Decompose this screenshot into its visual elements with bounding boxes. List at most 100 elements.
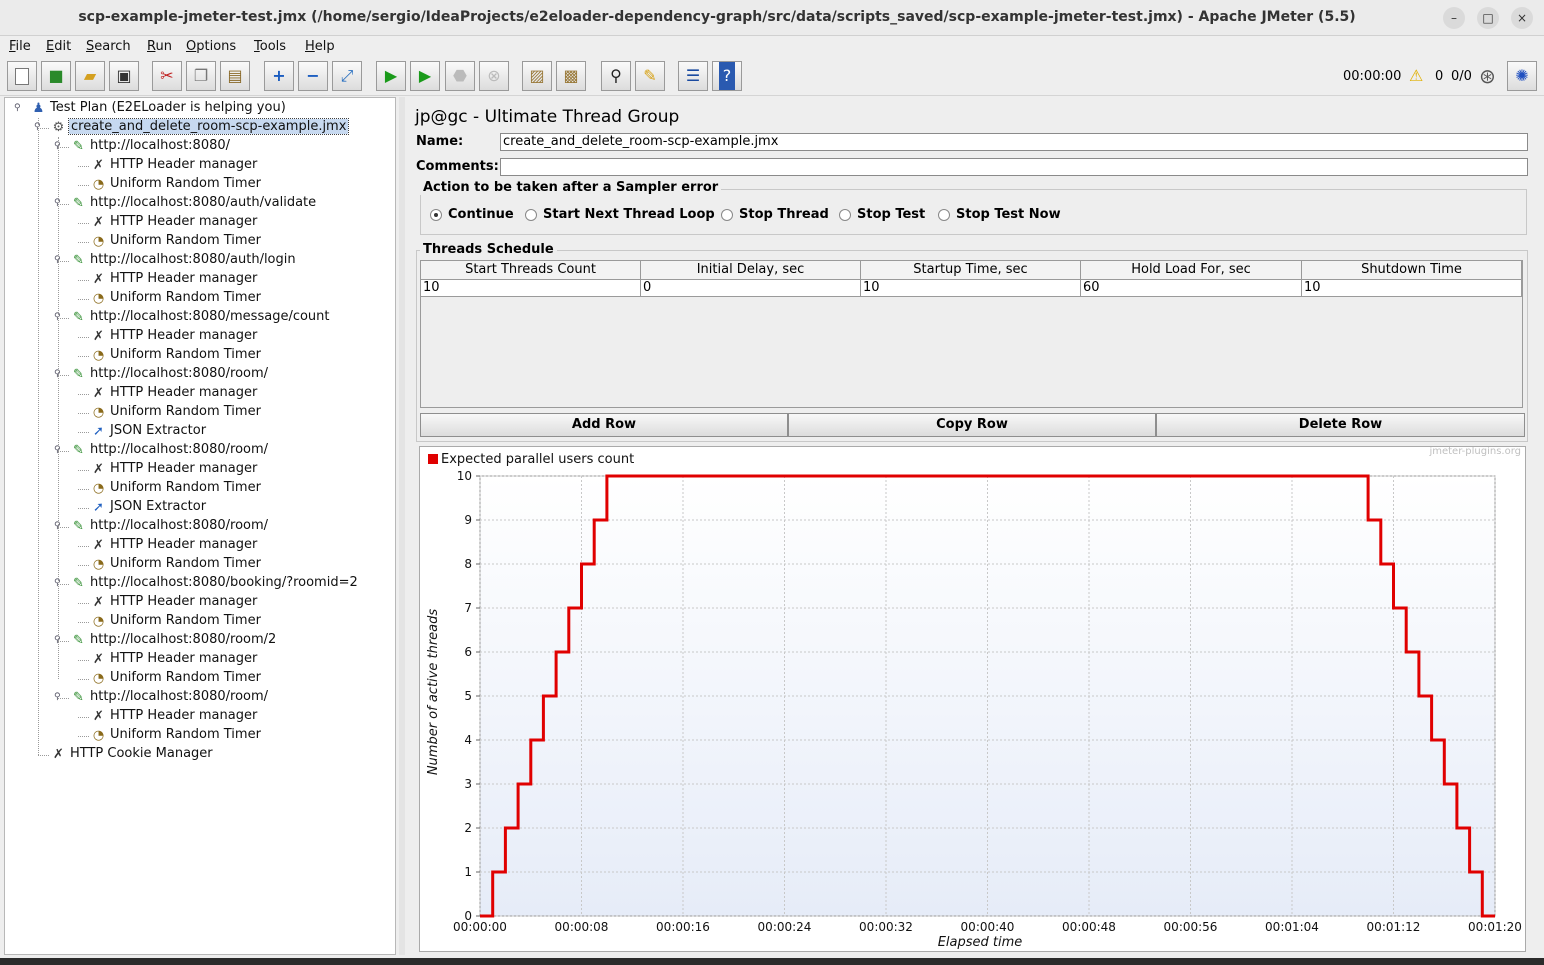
tree-item-label: HTTP Header manager xyxy=(110,385,258,400)
help-icon[interactable]: ? xyxy=(712,61,742,91)
col-shutdown-time[interactable]: Shutdown Time xyxy=(1302,261,1522,280)
warning-count: 0 xyxy=(1435,69,1444,84)
templates-icon[interactable]: ■ xyxy=(41,61,71,91)
tree-item-label: HTTP Header manager xyxy=(110,651,258,666)
tree-item-label: HTTP Header manager xyxy=(110,537,258,552)
remote-engines-icon[interactable]: ✺ xyxy=(1507,61,1537,91)
tree-item-label: JSON Extractor xyxy=(110,499,207,514)
split-divider[interactable] xyxy=(399,97,405,955)
collapse-icon[interactable]: − xyxy=(298,61,328,91)
tree-item-label: create_and_delete_room-scp-example.jmx xyxy=(67,118,350,135)
col-startup-time[interactable]: Startup Time, sec xyxy=(861,261,1081,280)
cut-icon[interactable]: ✂ xyxy=(152,61,182,91)
menu-edit[interactable]: Edit xyxy=(46,39,71,54)
delete-row-button[interactable]: Delete Row xyxy=(1156,413,1525,437)
tree-item-label: http://localhost:8080/room/ xyxy=(90,518,269,533)
radio-stop-test-dot[interactable] xyxy=(839,209,851,221)
schedule-table[interactable]: Start Threads Count Initial Delay, sec S… xyxy=(420,260,1523,408)
menu-search[interactable]: Search xyxy=(86,39,131,54)
tree-item-label: Uniform Random Timer xyxy=(110,670,261,685)
tree-item-label: Uniform Random Timer xyxy=(110,347,261,362)
comments-field[interactable] xyxy=(500,158,1528,176)
new-icon[interactable] xyxy=(7,61,37,91)
menu-help[interactable]: Help xyxy=(305,39,335,54)
timer-icon: ◔ xyxy=(92,614,105,629)
add-row-button[interactable]: Add Row xyxy=(420,413,788,437)
copy-icon[interactable]: ❐ xyxy=(186,61,216,91)
stop-icon[interactable]: ⬣ xyxy=(445,61,475,91)
paste-icon[interactable]: ▤ xyxy=(220,61,250,91)
name-field[interactable]: create_and_delete_room-scp-example.jmx xyxy=(500,133,1528,151)
table-cell[interactable]: 0 xyxy=(641,280,861,297)
header-manager-icon: ✗ xyxy=(93,709,104,724)
expand-icon[interactable]: + xyxy=(264,61,294,91)
server-status-icon[interactable]: ⊛ xyxy=(1479,64,1496,88)
table-cell[interactable]: 60 xyxy=(1081,280,1302,297)
table-cell[interactable]: 10 xyxy=(861,280,1081,297)
expand-toggle-icon[interactable]: ⚲ xyxy=(54,693,63,702)
tree-item-label: http://localhost:8080/auth/login xyxy=(90,252,296,267)
radio-stop-thread-dot[interactable] xyxy=(721,209,733,221)
menu-tools[interactable]: Tools xyxy=(254,39,286,54)
search-icon[interactable]: ⚲ xyxy=(601,61,631,91)
menu-options[interactable]: Options xyxy=(186,39,236,54)
start-icon[interactable]: ▶ xyxy=(376,61,406,91)
tree-item-label: HTTP Header manager xyxy=(110,271,258,286)
tree-connector xyxy=(78,489,89,490)
tree-item-label: Uniform Random Timer xyxy=(110,233,261,248)
title-bar: scp-example-jmeter-test.jmx (/home/sergi… xyxy=(0,0,1544,36)
extractor-icon: ➚ xyxy=(93,500,104,515)
menu-bar: File Edit Search Run Options Tools Help xyxy=(0,36,1544,58)
tree-guide-line xyxy=(58,137,59,679)
comments-label: Comments: xyxy=(416,159,499,174)
radio-continue-dot[interactable] xyxy=(430,209,442,221)
y-tick-label: 5 xyxy=(464,689,472,703)
toggle-icon[interactable]: ⤢ xyxy=(332,61,362,91)
header-manager-icon: ✗ xyxy=(93,386,104,401)
header-manager-icon: ✗ xyxy=(93,652,104,667)
clear-icon[interactable]: ▨ xyxy=(522,61,552,91)
sampler-icon: ✎ xyxy=(73,690,84,705)
y-tick-label: 0 xyxy=(464,909,472,923)
shutdown-icon[interactable]: ⊗ xyxy=(479,61,509,91)
tree-item-label: Test Plan (E2ELoader is helping you) xyxy=(50,100,286,115)
timer-icon: ◔ xyxy=(92,234,105,249)
menu-file[interactable]: File xyxy=(9,39,31,54)
radio-start-next-dot[interactable] xyxy=(525,209,537,221)
header-manager-icon: ✗ xyxy=(93,538,104,553)
function-helper-icon[interactable]: ☰ xyxy=(678,61,708,91)
clear-all-icon[interactable]: ▩ xyxy=(556,61,586,91)
x-tick-label: 00:00:56 xyxy=(1164,920,1218,934)
table-cell[interactable]: 10 xyxy=(421,280,641,297)
threads-chart: 00:00:00 00:00:08 00:00:16 00:00:24 00:00:32… xyxy=(419,446,1526,952)
copy-row-button[interactable]: Copy Row xyxy=(788,413,1156,437)
reset-search-icon[interactable]: ✎ xyxy=(635,61,665,91)
col-initial-delay[interactable]: Initial Delay, sec xyxy=(641,261,861,280)
sampler-icon: ✎ xyxy=(73,519,84,534)
minimize-button[interactable]: – xyxy=(1443,7,1465,29)
timer-icon: ◔ xyxy=(92,348,105,363)
tree-connector xyxy=(78,223,89,224)
radio-stop-test-now-dot[interactable] xyxy=(938,209,950,221)
open-icon[interactable]: ▰ xyxy=(75,61,105,91)
table-cell[interactable]: 10 xyxy=(1302,280,1522,297)
tree-item-label: http://localhost:8080/room/ xyxy=(90,366,269,381)
sampler-icon: ✎ xyxy=(73,443,84,458)
close-button[interactable]: × xyxy=(1511,7,1533,29)
maximize-button[interactable]: □ xyxy=(1477,7,1499,29)
cookie-manager-icon: ✗ xyxy=(53,747,64,762)
test-plan-tree[interactable]: ♟ Test Plan (E2ELoader is helping you) ⚲ ⚙ c… xyxy=(4,97,396,955)
expand-toggle-icon[interactable]: ⚲ xyxy=(14,104,23,113)
col-hold-load[interactable]: Hold Load For, sec xyxy=(1081,261,1302,280)
menu-run[interactable]: Run xyxy=(147,39,172,54)
tree-item-label: Uniform Random Timer xyxy=(110,556,261,571)
col-start-threads[interactable]: Start Threads Count xyxy=(421,261,641,280)
tree-item-label: HTTP Header manager xyxy=(110,708,258,723)
start-no-pauses-icon[interactable]: ▶ xyxy=(410,61,440,91)
save-icon[interactable]: ▣ xyxy=(109,61,139,91)
warning-icon[interactable]: ⚠ xyxy=(1409,66,1423,85)
x-tick-label: 00:00:40 xyxy=(961,920,1015,934)
y-tick-label: 8 xyxy=(464,557,472,571)
header-manager-icon: ✗ xyxy=(93,272,104,287)
timer-icon: ◔ xyxy=(92,481,105,496)
